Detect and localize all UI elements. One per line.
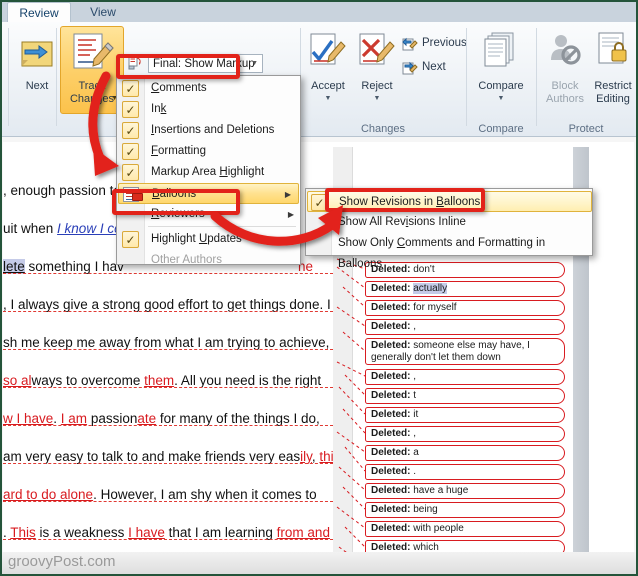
checkmark-icon: ✓ <box>122 143 139 160</box>
menu-item-formatting[interactable]: ✓ Formatting <box>118 141 301 162</box>
tab-view[interactable]: View <box>77 2 129 23</box>
group-changes-label: Changes <box>300 123 466 135</box>
checkmark-icon: ✓ <box>122 231 139 248</box>
change-rule <box>3 501 333 502</box>
balloon-prefix: Deleted: <box>371 283 413 294</box>
balloon-text: , <box>413 321 416 332</box>
balloon-prefix: Deleted: <box>371 466 413 477</box>
balloon-text: , <box>413 371 416 382</box>
group-separator <box>8 28 9 126</box>
balloon-text: with people <box>413 523 464 534</box>
deleted-balloon[interactable]: Deleted: a <box>365 445 565 461</box>
change-rule <box>3 349 333 350</box>
deleted-balloon[interactable]: Deleted: for myself <box>365 300 565 316</box>
group-changes: Changes <box>300 22 466 137</box>
document-line: uit when I know I co <box>3 221 122 236</box>
deleted-balloon[interactable]: Deleted: , <box>365 426 565 442</box>
checkmark-icon: ✓ <box>122 101 139 118</box>
checkmark-icon: ✓ <box>122 164 139 181</box>
deleted-balloon[interactable]: Deleted: . <box>365 464 565 480</box>
submenu-item-show-only-comments-and-formatting[interactable]: Show Only Comments and Formatting in Bal… <box>307 233 592 254</box>
document-line: , enough passion to <box>3 183 121 198</box>
show-markup-menu[interactable]: ✓ Comments ✓ Ink ✓ Insertions and Deleti… <box>116 75 301 265</box>
document-line: so always to overcome them. All you need… <box>3 373 321 388</box>
document-line: am very easy to talk to and make friends… <box>3 449 340 464</box>
group-compare-label: Compare <box>466 123 536 135</box>
change-rule <box>3 463 333 464</box>
chevron-down-icon[interactable]: ▼ <box>251 55 258 73</box>
chevron-right-icon: ▶ <box>288 204 294 225</box>
change-rule <box>3 387 333 388</box>
chevron-right-icon: ▶ <box>285 184 291 205</box>
balloon-text: t <box>413 390 416 401</box>
balloon-text: for myself <box>413 302 456 313</box>
document-line: . This is a weakness I have that I am le… <box>3 525 330 540</box>
change-rule <box>3 425 333 426</box>
document-line: ard to do alone. However, I am shy when … <box>3 487 317 502</box>
balloon-prefix: Deleted: <box>371 321 413 332</box>
change-rule <box>3 273 333 274</box>
menu-item-markup-area-highlight[interactable]: ✓ Markup Area Highlight <box>118 162 301 183</box>
menu-item-ink[interactable]: ✓ Ink <box>118 99 301 120</box>
next-comment-icon <box>17 32 57 72</box>
submenu-item-show-all-revisions-inline[interactable]: Show All Revisions Inline <box>307 212 592 233</box>
balloon-text: . <box>413 466 416 477</box>
balloon-prefix: Deleted: <box>371 485 413 496</box>
deleted-balloon[interactable]: Deleted: someone else may have, I genera… <box>365 338 565 365</box>
ribbon-tab-strip: Review View <box>2 2 636 22</box>
menu-separator <box>148 226 296 227</box>
group-protect-label: Protect <box>536 123 636 135</box>
footer-bar: groovyPost.com <box>2 552 636 574</box>
menu-item-other-authors: Other Authors <box>118 250 301 271</box>
checkmark-icon: ✓ <box>122 122 139 139</box>
annotation-box-show-revisions <box>325 188 485 212</box>
balloon-prefix: Deleted: <box>371 371 413 382</box>
menu-item-highlight-updates[interactable]: ✓ Highlight Updates <box>118 229 301 250</box>
balloon-prefix: Deleted: <box>371 523 413 534</box>
deleted-balloon[interactable]: Deleted: t <box>365 388 565 404</box>
balloon-text: have a huge <box>413 485 468 496</box>
change-rule <box>3 539 333 540</box>
change-rule <box>3 311 333 312</box>
annotation-box-balloons <box>112 189 240 215</box>
balloon-text: , <box>413 428 416 439</box>
deleted-balloon[interactable]: Deleted: being <box>365 502 565 518</box>
group-compare: Compare <box>466 22 536 137</box>
document-line: sh me keep me away from what I am trying… <box>3 335 329 350</box>
deleted-balloon[interactable]: Deleted: it <box>365 407 565 423</box>
deleted-balloon[interactable]: Deleted: with people <box>365 521 565 537</box>
deleted-balloon[interactable]: Deleted: have a huge <box>365 483 565 499</box>
track-changes-icon <box>70 31 116 73</box>
track-changes-button[interactable]: Track Changes ▼ <box>62 28 122 114</box>
app-window: Review View Next <box>0 0 638 576</box>
track-changes-label-1: Track <box>62 81 122 92</box>
balloon-prefix: Deleted: <box>371 340 413 351</box>
watermark: groovyPost.com <box>8 553 116 570</box>
deleted-balloon[interactable]: Deleted: actually <box>365 281 565 297</box>
group-protect: Protect <box>536 22 636 137</box>
balloon-prefix: Deleted: <box>371 428 413 439</box>
deleted-balloon[interactable]: Deleted: , <box>365 319 565 335</box>
annotation-box-show-markup <box>116 54 240 79</box>
group-separator <box>56 28 57 126</box>
balloon-text: it <box>413 409 418 420</box>
document-line: , I always give a strong good effort to … <box>3 297 331 312</box>
menu-item-comments[interactable]: ✓ Comments <box>118 78 301 99</box>
balloon-prefix: Deleted: <box>371 504 413 515</box>
menu-item-insertions-and-deletions[interactable]: ✓ Insertions and Deletions <box>118 120 301 141</box>
balloon-prefix: Deleted: <box>371 302 413 313</box>
balloon-prefix: Deleted: <box>371 409 413 420</box>
ribbon: Next Track Changes ▼ <box>2 22 636 137</box>
balloon-prefix: Deleted: <box>371 390 413 401</box>
balloon-text: actually <box>413 283 447 294</box>
deleted-balloon[interactable]: Deleted: , <box>365 369 565 385</box>
checkmark-icon: ✓ <box>122 80 139 97</box>
document-line: lete something I hav <box>3 259 124 274</box>
balloon-text: being <box>413 504 437 515</box>
balloon-text: a <box>413 447 419 458</box>
tab-review[interactable]: Review <box>7 2 71 23</box>
document-line: w I have. I am passionate for many of th… <box>3 411 320 426</box>
balloon-prefix: Deleted: <box>371 447 413 458</box>
